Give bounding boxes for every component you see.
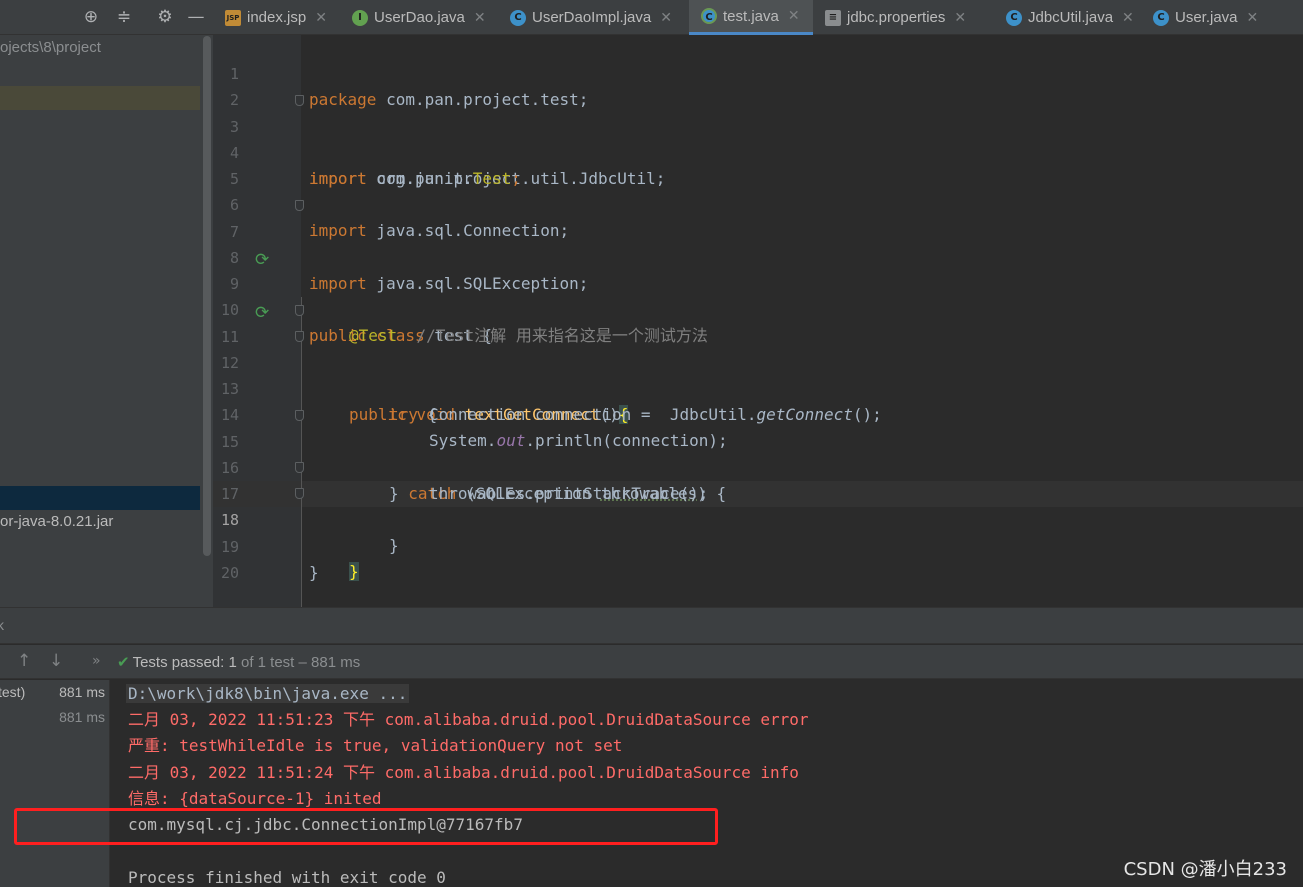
properties-file-icon: ≡ — [825, 9, 841, 26]
close-icon[interactable]: ✕ — [1122, 10, 1134, 26]
tab-label: UserDaoImpl.java — [532, 9, 652, 26]
close-icon[interactable]: ✕ — [788, 8, 800, 24]
tab-label: jdbc.properties — [847, 9, 946, 26]
gear-icon[interactable]: ⚙ — [154, 6, 176, 28]
run-tool-window: k ↑ ↓ » ✔ Tests passed: 1 of 1 test – 881… — [0, 607, 1303, 887]
fold-marker-icon[interactable] — [295, 200, 304, 211]
code-line[interactable]: 2 — [213, 61, 1303, 109]
editor-tab-bar: JSP index.jsp ✕ I UserDao.java ✕ C UserD… — [213, 0, 1303, 35]
console-command[interactable]: D:\work\jdk8\bin\java.exe ... — [126, 684, 410, 703]
fold-marker-icon[interactable] — [295, 95, 304, 106]
code-line[interactable]: 7 import java.sql.SQLException; — [213, 193, 1303, 293]
test-duration: 881 ms — [59, 709, 105, 725]
tests-passed-label: Tests passed: — [132, 654, 225, 671]
class-icon: C — [1006, 9, 1022, 26]
code-line[interactable]: 4 import org.junit.Test; — [213, 114, 1303, 188]
code-line[interactable]: 3 import com.pan.project.util.JdbcUtil; — [213, 88, 1303, 188]
code-line[interactable]: 10 @Test //Test注解 用来指名这是一个测试方法 — [213, 271, 1303, 345]
close-icon[interactable]: ✕ — [315, 10, 327, 26]
code-line[interactable]: 8 — [213, 219, 1303, 267]
run-tab-label[interactable]: k — [0, 617, 4, 633]
tab-user-java[interactable]: C User.java ✕ — [1141, 0, 1258, 35]
console-error-line: 二月 03, 2022 11:51:23 下午 com.alibaba.drui… — [128, 710, 809, 729]
code-line[interactable]: 12 try { — [213, 324, 1303, 424]
code-line[interactable]: 20 — [213, 534, 1303, 582]
console-error-line: 二月 03, 2022 11:51:24 下午 com.alibaba.drui… — [128, 763, 799, 782]
fold-marker-icon[interactable] — [295, 305, 304, 316]
test-duration: 881 ms — [59, 684, 105, 700]
close-icon[interactable]: ✕ — [474, 10, 486, 26]
close-icon[interactable]: ✕ — [1247, 10, 1259, 26]
tree-item-selected[interactable] — [0, 486, 200, 510]
project-panel: ⊕ ≑ ⚙ — ojects\8\project or-java-8.0.21.… — [0, 0, 213, 607]
code-line[interactable]: 13 Connection connection = JdbcUtil.getC… — [213, 350, 1303, 424]
watermark: CSDN @潘小白233 — [1123, 859, 1287, 880]
arrow-down-icon[interactable]: ↓ — [49, 651, 63, 671]
tab-jdbcutil[interactable]: C JdbcUtil.java ✕ — [994, 0, 1134, 35]
project-scrollbar[interactable] — [203, 36, 211, 556]
tab-test-java[interactable]: C test.java ✕ — [689, 0, 813, 35]
code-line[interactable]: 1 package com.pan.project.test; — [213, 35, 1303, 109]
test-name: test) — [0, 684, 26, 700]
tree-item-highlighted[interactable] — [0, 86, 200, 110]
code-line[interactable]: 16 throwables.printStackTrace(); — [213, 429, 1303, 503]
fold-marker-icon[interactable] — [295, 331, 304, 342]
close-icon[interactable]: ✕ — [954, 10, 966, 26]
code-line[interactable]: 6 import java.sql.Connection; — [213, 166, 1303, 240]
highlight-annotation-box — [14, 808, 718, 845]
code-line[interactable]: 5 — [213, 140, 1303, 188]
class-icon: C — [510, 9, 526, 26]
code-line[interactable]: 17 } — [213, 455, 1303, 555]
tab-label: JdbcUtil.java — [1028, 9, 1114, 26]
more-icon[interactable]: » — [92, 653, 101, 669]
test-tree-row[interactable]: test) 881 ms — [0, 680, 110, 704]
test-results-tree: test) 881 ms 881 ms — [0, 680, 110, 887]
project-path[interactable]: ojects\8\project — [0, 39, 101, 56]
project-toolbar: ⊕ ≑ ⚙ — — [0, 0, 213, 35]
fold-marker-icon[interactable] — [295, 462, 304, 473]
tab-jdbc-properties[interactable]: ≡ jdbc.properties ✕ — [813, 0, 966, 35]
console-output-line: Process finished with exit code 0 — [128, 868, 446, 887]
code-line[interactable]: 11 ⟳ public void textGetConnect(){ — [213, 298, 1303, 424]
tab-label: test.java — [723, 7, 779, 25]
tree-item-jar[interactable]: or-java-8.0.21.jar — [0, 513, 113, 530]
code-line[interactable]: 15 } catch (SQLException throwables) { — [213, 403, 1303, 503]
tab-label: index.jsp — [247, 9, 307, 26]
close-icon[interactable]: ✕ — [660, 10, 672, 26]
collapse-icon[interactable]: ≑ — [113, 6, 135, 28]
run-test-icon[interactable]: ⟳ — [255, 300, 269, 326]
console-error-line: 严重: testWhileIdle is true, validationQue… — [128, 736, 623, 755]
code-line-current[interactable]: 18 } — [213, 481, 1303, 581]
run-header: k — [0, 608, 1303, 644]
interface-icon: I — [352, 9, 368, 26]
matched-brace: } — [349, 562, 359, 581]
fold-marker-icon[interactable] — [295, 410, 304, 421]
jsp-file-icon: JSP — [225, 9, 241, 26]
minimize-icon[interactable]: — — [185, 6, 207, 28]
tab-label: User.java — [1175, 9, 1238, 26]
code-line[interactable]: 19 } — [213, 508, 1303, 582]
run-toolbar: ↑ ↓ » ✔ Tests passed: 1 of 1 test – 881 m… — [0, 645, 1303, 679]
code-line[interactable]: 14 System.out.println(connection); — [213, 376, 1303, 450]
tab-userdao[interactable]: I UserDao.java ✕ — [340, 0, 486, 35]
arrow-up-icon[interactable]: ↑ — [17, 651, 31, 671]
tests-passed-detail: of 1 test – 881 ms — [240, 654, 361, 671]
code-editor[interactable]: 1 package com.pan.project.test; 2 3 impo… — [213, 35, 1303, 607]
tests-passed-count: 1 — [228, 654, 237, 671]
code-line[interactable]: 9 ⟳ public class test { — [213, 245, 1303, 345]
crosshair-icon[interactable]: ⊕ — [80, 6, 102, 28]
fold-marker-icon[interactable] — [295, 488, 304, 499]
test-class-icon: C — [701, 8, 717, 24]
tests-status: ✔ Tests passed: 1 of 1 test – 881 ms — [117, 653, 360, 671]
tab-index-jsp[interactable]: JSP index.jsp ✕ — [213, 0, 327, 35]
check-icon: ✔ — [117, 653, 130, 671]
tab-userdaoimpl[interactable]: C UserDaoImpl.java ✕ — [498, 0, 672, 35]
code-text: } — [309, 563, 319, 582]
run-test-icon[interactable]: ⟳ — [255, 247, 269, 273]
class-icon: C — [1153, 9, 1169, 26]
line-number: 20 — [220, 564, 239, 582]
tab-label: UserDao.java — [374, 9, 465, 26]
test-tree-row[interactable]: 881 ms — [0, 705, 110, 729]
